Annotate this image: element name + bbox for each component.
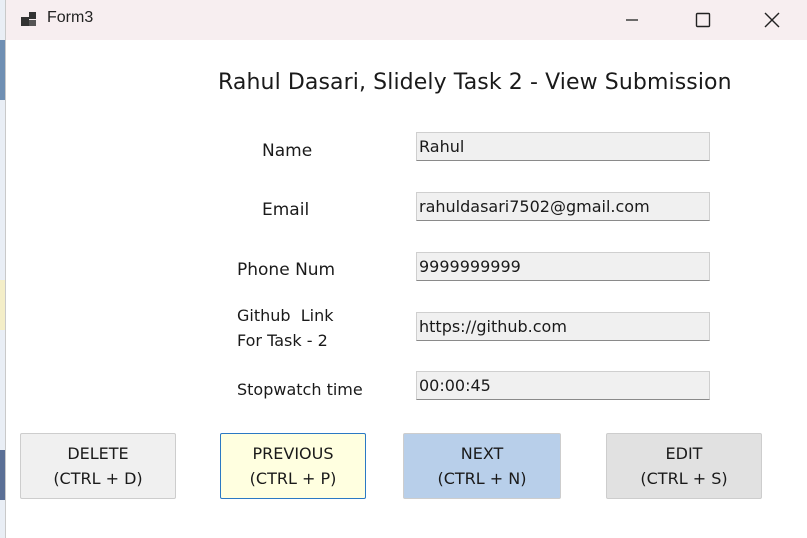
stopwatch-label: Stopwatch time	[237, 380, 363, 399]
next-button[interactable]: NEXT (CTRL + N)	[403, 433, 561, 499]
maximize-icon	[695, 12, 711, 28]
minimize-icon	[626, 19, 638, 21]
title-bar[interactable]: Form3	[6, 0, 807, 40]
next-button-shortcut: (CTRL + N)	[437, 469, 527, 488]
phone-label: Phone Num	[237, 260, 336, 280]
form-window: Form3 Rahul Dasari, Slidely Task 2 - Vie…	[5, 0, 807, 538]
edit-button-label: EDIT	[665, 444, 703, 463]
phone-field[interactable]: 9999999999	[416, 252, 710, 281]
github-label-line1: Github Link	[237, 306, 334, 325]
delete-button[interactable]: DELETE (CTRL + D)	[20, 433, 176, 499]
previous-button[interactable]: PREVIOUS (CTRL + P)	[220, 433, 366, 499]
edit-button-shortcut: (CTRL + S)	[640, 469, 728, 488]
email-field[interactable]: rahuldasari7502@gmail.com	[416, 192, 710, 221]
github-label-line2: For Task - 2	[237, 331, 328, 350]
minimize-button[interactable]	[600, 0, 664, 40]
close-button[interactable]	[740, 0, 804, 40]
close-icon	[764, 12, 780, 28]
edit-button[interactable]: EDIT (CTRL + S)	[606, 433, 762, 499]
email-label: Email	[262, 200, 310, 220]
app-icon[interactable]	[20, 10, 38, 28]
github-link-field[interactable]: https://github.com	[416, 312, 710, 341]
stopwatch-field[interactable]: 00:00:45	[416, 371, 710, 400]
name-field[interactable]: Rahul	[416, 132, 710, 161]
previous-button-label: PREVIOUS	[252, 444, 334, 463]
maximize-button[interactable]	[671, 0, 735, 40]
window-title: Form3	[47, 9, 94, 26]
name-label: Name	[262, 141, 313, 161]
next-button-label: NEXT	[460, 444, 504, 463]
previous-button-shortcut: (CTRL + P)	[249, 469, 337, 488]
github-label: Github Link For Task - 2	[237, 303, 334, 353]
delete-button-label: DELETE	[67, 444, 129, 463]
page-title: Rahul Dasari, Slidely Task 2 - View Subm…	[218, 70, 732, 95]
delete-button-shortcut: (CTRL + D)	[53, 469, 143, 488]
